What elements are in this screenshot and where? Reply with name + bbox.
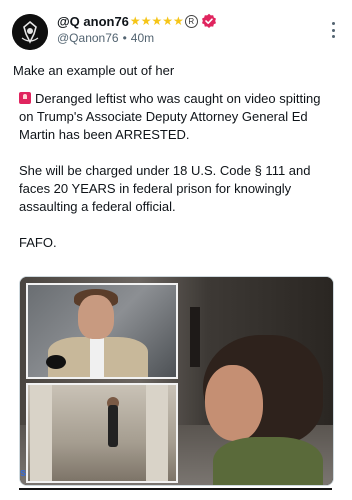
post-time[interactable]: 40m — [131, 31, 154, 45]
tweet-text: Deranged leftist who was caught on video… — [19, 90, 337, 270]
star-icon: ★ — [172, 14, 184, 28]
user-meta: @Qanon76 • 40m — [57, 31, 154, 45]
inset-photo-man — [26, 283, 178, 379]
woman-shirt — [213, 437, 323, 485]
microphone-icon — [46, 355, 66, 369]
meta-separator: • — [122, 31, 127, 45]
user-name-row: @Q anon76 ★ ★ ★ ★ ★ R — [57, 13, 217, 29]
tweet-paragraph-2: She will be charged under 18 U.S. Code §… — [19, 163, 311, 214]
media-bottom-rule — [19, 488, 332, 490]
star-icon: ★ — [162, 14, 173, 28]
post-caption: Make an example out of her — [13, 63, 175, 78]
name-badges: ★ ★ ★ ★ ★ R — [129, 14, 198, 28]
star-icon: ★ — [129, 14, 141, 28]
more-options-icon[interactable] — [330, 22, 336, 38]
siren-icon — [19, 92, 31, 104]
tweet-paragraph-1: Deranged leftist who was caught on video… — [19, 91, 321, 142]
star-icon: ★ — [140, 14, 152, 28]
tweet-card: @Q anon76 ★ ★ ★ ★ ★ R @Qanon76 • 40m Make … — [0, 0, 352, 500]
background-figure — [190, 307, 200, 367]
registered-icon: R — [184, 14, 198, 28]
display-name[interactable]: @Q anon76 — [57, 14, 129, 29]
tweet-paragraph-3: FAFO. — [19, 235, 57, 250]
avatar-logo-icon — [12, 14, 48, 50]
inset-photo-street — [26, 383, 178, 483]
tweet-media-image[interactable]: s — [19, 276, 334, 486]
woman-face — [205, 365, 263, 441]
media-overlay-letter: s — [20, 467, 27, 479]
user-handle[interactable]: @Qanon76 — [57, 31, 119, 45]
verified-badge-icon — [201, 13, 216, 28]
star-icon: ★ — [151, 14, 163, 28]
avatar[interactable] — [12, 14, 48, 50]
